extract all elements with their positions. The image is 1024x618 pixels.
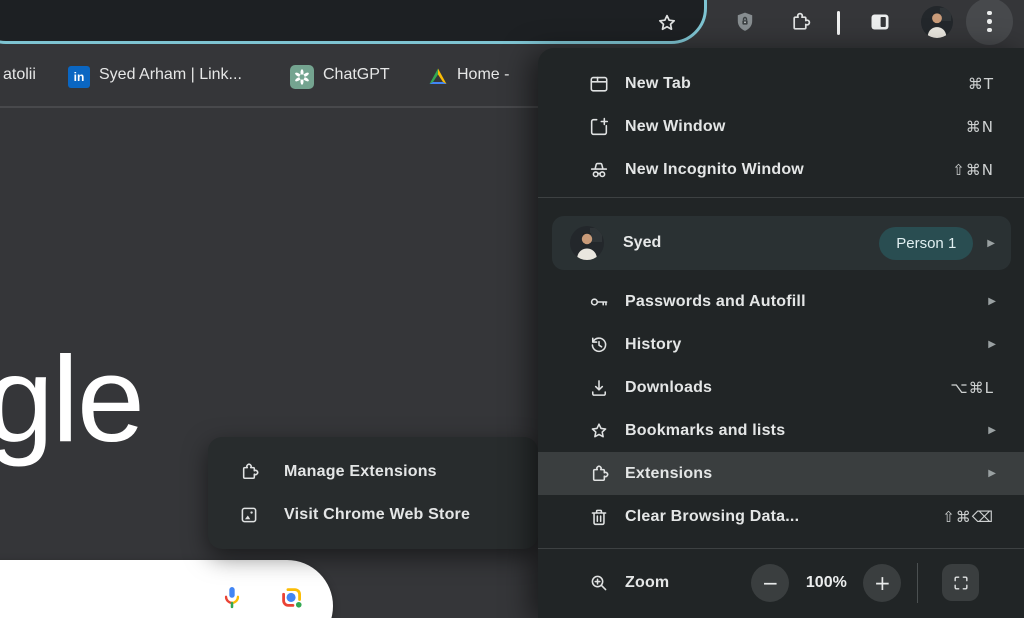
chatgpt-favicon[interactable] <box>290 65 314 89</box>
menu-item-label: New Incognito Window <box>625 161 804 179</box>
mic-icon[interactable] <box>218 584 246 612</box>
menu-item-label: Extensions <box>625 465 712 483</box>
zoom-label: Zoom <box>625 574 669 592</box>
submenu-arrow-icon: ▶ <box>988 468 996 479</box>
menu-shortcut: ⌘T <box>968 75 994 93</box>
fullscreen-icon <box>951 573 971 593</box>
kebab-dot <box>987 19 992 24</box>
google-logo-fragment: gle <box>0 338 143 460</box>
kebab-dot <box>987 11 992 16</box>
bookmark-item[interactable]: atolii <box>3 66 36 84</box>
zoom-out-button[interactable]: − <box>751 564 789 602</box>
menu-item-extensions[interactable]: Extensions ▶ <box>538 452 1024 495</box>
zoom-in-icon <box>588 572 610 594</box>
menu-item-manage-extensions[interactable]: Manage Extensions <box>208 450 538 493</box>
menu-shortcut: ⌥⌘L <box>950 379 994 397</box>
fullscreen-button[interactable] <box>942 564 979 601</box>
profile-avatar-small <box>570 226 604 260</box>
web-store-icon <box>238 504 260 526</box>
menu-item-label: Visit Chrome Web Store <box>284 506 470 524</box>
extensions-submenu: Manage Extensions Visit Chrome Web Store <box>208 437 538 549</box>
zoom-level: 100% <box>789 574 863 592</box>
google-drive-favicon[interactable] <box>426 65 450 89</box>
menu-item-label: Downloads <box>625 379 712 397</box>
bookmark-item[interactable]: ChatGPT <box>323 66 390 84</box>
menu-item-visit-web-store[interactable]: Visit Chrome Web Store <box>208 493 538 536</box>
profile-name: Syed <box>623 234 661 252</box>
submenu-arrow-icon: ▶ <box>988 339 996 350</box>
profile-badge: Person 1 <box>879 227 973 260</box>
menu-item-zoom: Zoom − 100% + <box>538 561 1024 604</box>
kebab-menu-button[interactable] <box>966 0 1013 45</box>
new-tab-icon <box>588 73 610 95</box>
linkedin-favicon[interactable]: in <box>68 66 90 88</box>
chrome-main-menu: New Tab ⌘T New Window ⌘N New Incognito W… <box>538 48 1024 618</box>
browser-window: atolii in Syed Arham | Link... ChatGPT <box>0 0 1024 618</box>
menu-shortcut: ⇧⌘⌫ <box>942 508 994 526</box>
menu-item-downloads[interactable]: Downloads ⌥⌘L <box>538 366 1024 409</box>
new-window-icon <box>588 116 610 138</box>
trash-icon <box>588 506 610 528</box>
menu-item-new-tab[interactable]: New Tab ⌘T <box>538 62 1024 105</box>
menu-item-label: New Window <box>625 118 726 136</box>
submenu-arrow-icon: ▶ <box>988 296 996 307</box>
profile-row[interactable]: Syed Person 1 ▶ <box>552 216 1011 270</box>
incognito-icon <box>588 159 610 181</box>
zoom-divider <box>917 563 918 603</box>
menu-item-label: Bookmarks and lists <box>625 422 785 440</box>
menu-separator <box>538 197 1024 198</box>
menu-item-label: Manage Extensions <box>284 463 437 481</box>
key-icon <box>588 291 610 313</box>
menu-item-label: Clear Browsing Data... <box>625 508 799 526</box>
star-icon <box>588 420 610 442</box>
toolbar-divider <box>837 11 840 35</box>
lens-icon[interactable] <box>278 584 306 612</box>
menu-item-new-window[interactable]: New Window ⌘N <box>538 105 1024 148</box>
menu-item-history[interactable]: History ▶ <box>538 323 1024 366</box>
shield-lock-extension-icon[interactable] <box>733 10 757 34</box>
menu-item-label: New Tab <box>625 75 691 93</box>
puzzle-icon <box>238 461 260 483</box>
download-icon <box>588 377 610 399</box>
menu-item-bookmarks-lists[interactable]: Bookmarks and lists ▶ <box>538 409 1024 452</box>
menu-separator <box>538 548 1024 549</box>
browser-toolbar <box>0 0 1024 47</box>
bookmark-star-icon[interactable] <box>655 11 679 35</box>
menu-item-clear-browsing-data[interactable]: Clear Browsing Data... ⇧⌘⌫ <box>538 495 1024 538</box>
menu-item-label: Passwords and Autofill <box>625 293 806 311</box>
history-icon <box>588 334 610 356</box>
address-bar[interactable] <box>0 0 707 44</box>
profile-avatar[interactable] <box>921 6 953 38</box>
extensions-puzzle-icon[interactable] <box>788 10 812 34</box>
menu-shortcut: ⌘N <box>966 118 994 136</box>
menu-shortcut: ⇧⌘N <box>952 161 994 179</box>
bookmark-item[interactable]: Syed Arham | Link... <box>99 66 242 84</box>
submenu-arrow-icon: ▶ <box>988 425 996 436</box>
side-panel-icon[interactable] <box>868 10 892 34</box>
puzzle-icon <box>588 463 610 485</box>
zoom-in-button[interactable]: + <box>863 564 901 602</box>
menu-item-label: History <box>625 336 682 354</box>
bookmark-item[interactable]: Home - <box>457 66 509 84</box>
submenu-arrow-icon: ▶ <box>987 238 995 249</box>
menu-item-passwords-autofill[interactable]: Passwords and Autofill ▶ <box>538 280 1024 323</box>
menu-item-new-incognito-window[interactable]: New Incognito Window ⇧⌘N <box>538 148 1024 191</box>
google-search-bar[interactable] <box>0 560 333 618</box>
kebab-dot <box>987 28 992 33</box>
